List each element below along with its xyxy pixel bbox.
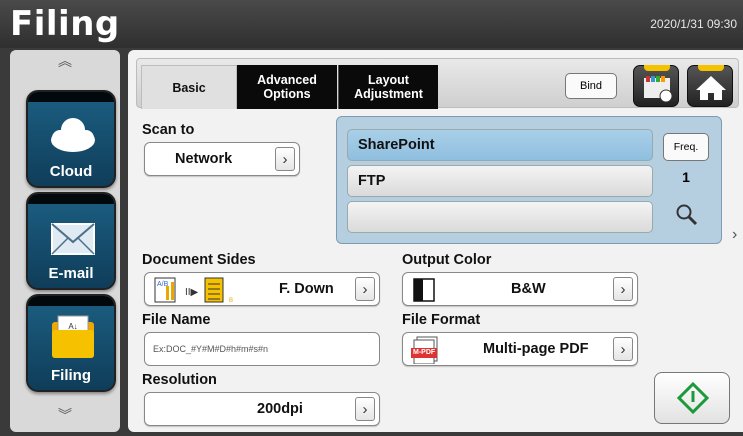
destination-item[interactable]: [347, 201, 653, 233]
chevron-right-icon: ›: [355, 397, 375, 421]
scan-to-value: Network: [175, 151, 233, 167]
destination-item[interactable]: SharePoint: [347, 129, 653, 161]
resolution-label: Resolution: [142, 372, 217, 388]
app-title: Filing: [10, 4, 120, 44]
chevron-down-icon[interactable]: ︾: [55, 408, 75, 422]
sidebar-item-email[interactable]: E-mail: [26, 192, 116, 290]
tab-bar: Basic Advanced Options Layout Adjustment…: [136, 58, 739, 109]
sidebar-item-label: E-mail: [48, 265, 94, 282]
cloud-icon: [51, 118, 95, 152]
output-color-value: B&W: [511, 281, 546, 297]
chevron-right-icon: ›: [613, 277, 633, 301]
svg-text:B: B: [229, 298, 233, 304]
datetime: 2020/1/31 09:30: [650, 17, 737, 31]
tab-basic[interactable]: Basic: [141, 65, 237, 109]
sidebar-item-label: Cloud: [49, 163, 93, 180]
destination-item[interactable]: FTP: [347, 165, 653, 197]
svg-text:A↓: A↓: [68, 322, 77, 331]
scan-profile-button[interactable]: [633, 65, 679, 107]
main-panel: Basic Advanced Options Layout Adjustment…: [128, 50, 743, 432]
sidebar-item-label: Filing: [51, 367, 91, 384]
resolution-value: 200dpi: [257, 401, 303, 417]
file-format-value: Multi-page PDF: [483, 341, 589, 357]
home-button[interactable]: [687, 65, 733, 107]
svg-text:II▶: II▶: [185, 287, 199, 298]
scan-to-label: Scan to: [142, 122, 195, 138]
folder-icon: A↓: [52, 315, 94, 358]
chevron-right-icon: ›: [613, 337, 633, 361]
document-sides-icon: A/B II▶ B: [154, 277, 233, 304]
home-icon: [696, 76, 726, 100]
envelope-icon: [51, 223, 95, 255]
start-scan-button[interactable]: [654, 372, 730, 424]
output-color-dropdown[interactable]: B&W ›: [402, 272, 638, 306]
file-name-input[interactable]: Ex:DOC_#Y#M#D#h#m#s#n: [144, 332, 380, 366]
bw-color-icon: [413, 278, 435, 302]
document-sides-value: F. Down: [279, 281, 334, 297]
freq-button[interactable]: Freq.: [663, 133, 709, 161]
scan-to-dropdown[interactable]: Network ›: [144, 142, 300, 176]
resolution-dropdown[interactable]: 200dpi ›: [144, 392, 380, 426]
chevron-right-icon: ›: [275, 147, 295, 171]
sidebar-item-filing[interactable]: A↓ Filing: [26, 294, 116, 392]
file-format-dropdown[interactable]: M-PDF Multi-page PDF ›: [402, 332, 638, 366]
output-color-label: Output Color: [402, 252, 492, 268]
sidebar: ︽ Cloud E-mail A↓ Filing ︾: [10, 50, 120, 432]
scan-profile-icon: [644, 76, 673, 103]
chevron-right-icon: ›: [355, 277, 375, 301]
document-sides-label: Document Sides: [142, 252, 256, 268]
chevron-up-icon[interactable]: ︽: [55, 54, 75, 68]
freq-count: 1: [682, 169, 690, 185]
bind-button[interactable]: Bind: [565, 73, 617, 99]
tab-advanced-options[interactable]: Advanced Options: [237, 65, 337, 109]
magnifier-icon[interactable]: [675, 203, 699, 227]
file-name-label: File Name: [142, 312, 211, 328]
file-format-label: File Format: [402, 312, 481, 328]
chevron-right-icon[interactable]: ›: [732, 226, 737, 244]
title-bar: Filing 2020/1/31 09:30: [0, 0, 743, 48]
diamond-start-icon: [677, 382, 709, 414]
tab-layout-adjustment[interactable]: Layout Adjustment: [338, 65, 438, 109]
pdf-badge: M-PDF: [413, 349, 436, 356]
sidebar-item-cloud[interactable]: Cloud: [26, 90, 116, 188]
document-sides-dropdown[interactable]: A/B II▶ B F. Down ›: [144, 272, 380, 306]
destination-panel: SharePoint FTP Freq. 1: [336, 116, 722, 244]
